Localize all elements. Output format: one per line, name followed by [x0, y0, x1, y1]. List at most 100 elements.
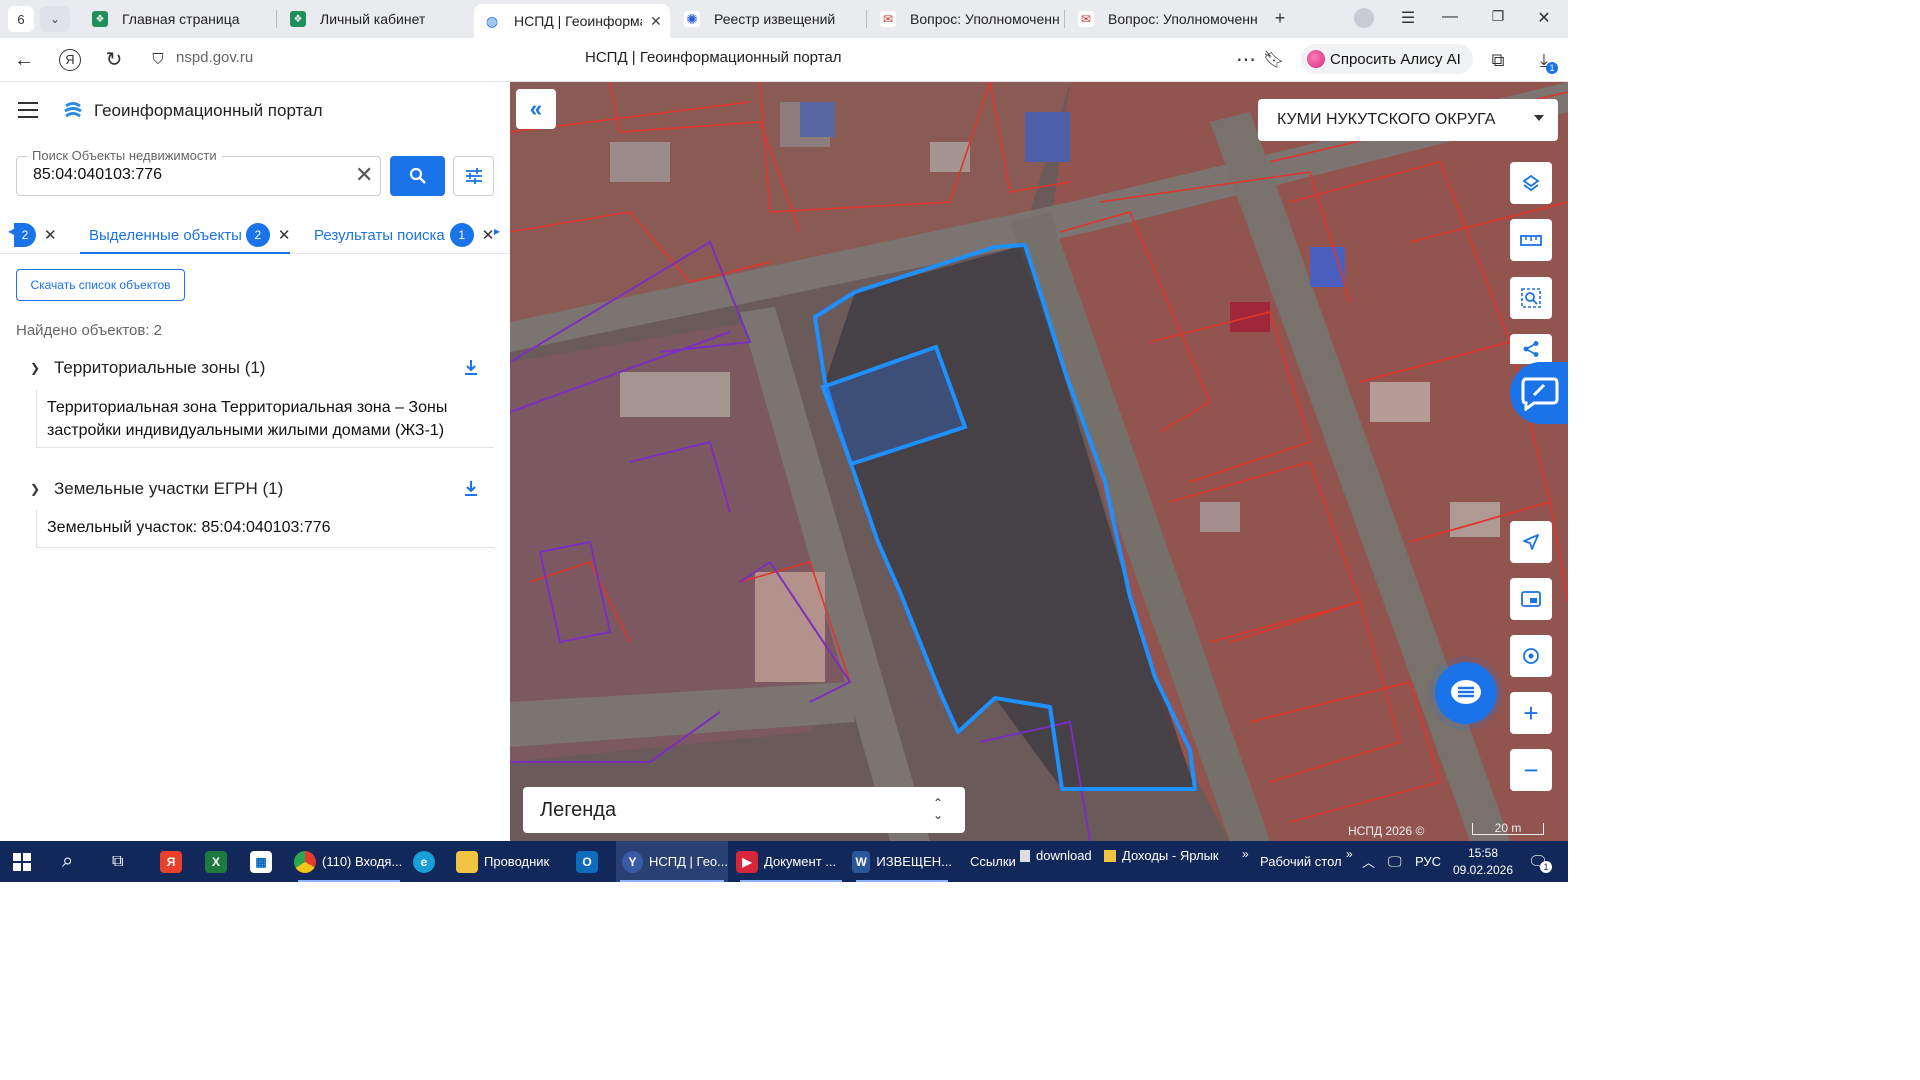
close-tab-icon[interactable]: ✕ [44, 226, 57, 244]
tab-previous[interactable]: 2 ✕ [14, 220, 57, 250]
eagle-favicon-icon: ✺ [684, 11, 700, 27]
close-tab-icon[interactable]: ✕ [482, 226, 495, 244]
tab-selected-objects[interactable]: Выделенные объекты 2 ✕ [89, 220, 290, 250]
folder-icon [456, 850, 478, 873]
hamburger-menu-icon[interactable] [18, 102, 38, 118]
chrome-icon [294, 850, 316, 873]
filter-sliders-icon [465, 168, 482, 184]
taskbar-word[interactable]: W ИЗВЕЩЕН... [852, 841, 952, 882]
bookmark-icon[interactable]: 🔖︎ [1262, 48, 1286, 72]
download-list-button[interactable]: Скачать список объектов [16, 269, 185, 301]
taskbar-chrome[interactable]: (110) Входя... [294, 841, 404, 882]
double-chevron-left-icon: « [529, 96, 543, 121]
store-taskbar-icon[interactable]: ▦ [250, 841, 278, 882]
quick-link-download[interactable]: download [1020, 835, 1092, 876]
legend-panel[interactable]: Легенда ⌃ ⌄ [523, 787, 965, 833]
tab-badge: 2 [14, 223, 36, 247]
browser-tab-active[interactable]: ◍ НСПД | Геоинформац ✕ [474, 4, 670, 38]
group-header-parcels[interactable]: ❯ Земельные участки ЕГРН (1) [30, 479, 283, 499]
scroll-tabs-right-icon[interactable]: ▸ [494, 224, 500, 238]
links-toolbar-label[interactable]: Ссылки [970, 841, 1016, 882]
browser-tab-strip: 6 ⌄ ❖ Главная страница ❖ Личный кабинет … [0, 0, 1568, 38]
task-view-icon[interactable]: ⧉ [112, 841, 123, 882]
quick-link-dohody[interactable]: Доходы - Ярлык [1104, 835, 1219, 876]
chevron-icon[interactable]: » [1242, 833, 1249, 874]
reload-icon[interactable]: ↻ [102, 48, 126, 72]
download-count-badge: 1 [1546, 62, 1558, 74]
zoom-in-button[interactable]: + [1510, 692, 1552, 734]
profile-icon[interactable] [1350, 8, 1378, 33]
my-location-button[interactable] [1510, 521, 1552, 563]
excel-taskbar-icon[interactable]: X [205, 841, 233, 882]
folder-icon [1104, 849, 1116, 862]
map-view[interactable]: « КУМИ НУКУТСКОГО ОКРУГА + − Легенда ⌃ ⌄ … [510, 82, 1568, 841]
chat-button[interactable] [1435, 662, 1497, 724]
new-tab-button[interactable]: + [1266, 8, 1294, 29]
extensions-icon[interactable]: ⧉ [1486, 48, 1510, 72]
map-building [620, 372, 730, 417]
list-item[interactable]: Земельный участок: 85:04:040103:776 [36, 510, 494, 548]
feedback-button[interactable] [1510, 362, 1568, 424]
search-button[interactable] [390, 156, 445, 196]
share-button[interactable] [1510, 334, 1552, 364]
notification-count-badge: 1 [1540, 861, 1552, 873]
map-building [930, 142, 970, 172]
close-tab-icon[interactable]: ✕ [650, 13, 662, 30]
map-building [610, 142, 670, 182]
tab-badge: 2 [245, 223, 270, 247]
browser-tab[interactable]: ✉ Вопрос: Уполномоченнь [870, 4, 1062, 34]
taskbar-explorer[interactable]: Проводник [456, 841, 568, 882]
url-text[interactable]: nspd.gov.ru [176, 49, 253, 66]
geo-pin-button[interactable] [1510, 635, 1552, 677]
more-icon[interactable]: ⋯ [1234, 48, 1258, 72]
area-search-icon [1521, 288, 1541, 308]
map-canvas[interactable] [510, 82, 1568, 841]
language-indicator[interactable]: РУС [1415, 841, 1441, 882]
collapse-panel-button[interactable]: « [516, 89, 556, 129]
zoom-out-button[interactable]: − [1510, 749, 1552, 791]
outlook-taskbar-icon[interactable]: O [576, 841, 604, 882]
browser-tab[interactable]: ❖ Главная страница [82, 4, 272, 34]
filter-button[interactable] [453, 156, 494, 196]
minimize-icon[interactable]: — [1436, 8, 1464, 26]
tab-search-results[interactable]: Результаты поиска 1 ✕ [314, 220, 494, 250]
browser-tab[interactable]: ✉ Вопрос: Уполномоченнь [1068, 4, 1260, 34]
search-taskbar-icon[interactable]: ⌕ [62, 841, 73, 882]
tray-expand-icon[interactable]: ︿ [1362, 841, 1375, 882]
desktop-toolbar-label[interactable]: Рабочий стол [1260, 841, 1342, 882]
yandex-icon[interactable]: Я [58, 48, 82, 72]
clock[interactable]: 15:58 09.02.2026 [1448, 841, 1518, 882]
area-search-button[interactable] [1510, 277, 1552, 319]
edge-taskbar-icon[interactable]: e [413, 841, 441, 882]
map-building [1370, 382, 1430, 422]
organization-select[interactable]: КУМИ НУКУТСКОГО ОКРУГА [1258, 99, 1558, 141]
minus-icon: − [1523, 754, 1539, 785]
browser-tab[interactable]: ✺ Реестр извещений [674, 4, 864, 34]
close-tab-icon[interactable]: ✕ [278, 226, 291, 244]
network-icon[interactable]: 🖵︎ [1388, 841, 1402, 882]
taskbar-yandex-browser[interactable]: Y НСПД | Гео... [616, 841, 728, 882]
plus-icon: + [1523, 697, 1539, 728]
yandex-taskbar-icon[interactable]: Я [160, 841, 188, 882]
browser-tab[interactable]: ❖ Личный кабинет [280, 4, 470, 34]
search-value[interactable]: 85:04:040103:776 [33, 166, 162, 184]
minimap-button[interactable] [1510, 578, 1552, 620]
taskbar-document[interactable]: ▶ Документ ... [736, 841, 846, 882]
group-header-zones[interactable]: ❯ Территориальные зоны (1) [30, 358, 265, 378]
ask-alisa-button[interactable]: Спросить Алису AI [1301, 44, 1473, 74]
back-icon[interactable]: ← [12, 48, 36, 72]
download-icon[interactable] [462, 479, 480, 497]
chevron-icon[interactable]: » [1346, 833, 1353, 874]
tab-count-button[interactable]: 6 [8, 6, 34, 32]
tab-list-dropdown[interactable]: ⌄ [40, 6, 70, 32]
restore-icon[interactable]: ❐ [1484, 8, 1512, 25]
measure-button[interactable] [1510, 219, 1552, 261]
close-window-icon[interactable]: ✕ [1530, 8, 1558, 28]
start-button[interactable] [12, 841, 32, 882]
menu-icon[interactable]: ☰ [1394, 8, 1422, 28]
layers-button[interactable] [1510, 162, 1552, 204]
site-info-icon[interactable]: ⛉ [146, 48, 170, 72]
download-icon[interactable] [462, 358, 480, 376]
clear-search-icon[interactable]: ✕ [355, 162, 373, 188]
list-item[interactable]: Территориальная зона Территориальная зон… [36, 390, 494, 448]
